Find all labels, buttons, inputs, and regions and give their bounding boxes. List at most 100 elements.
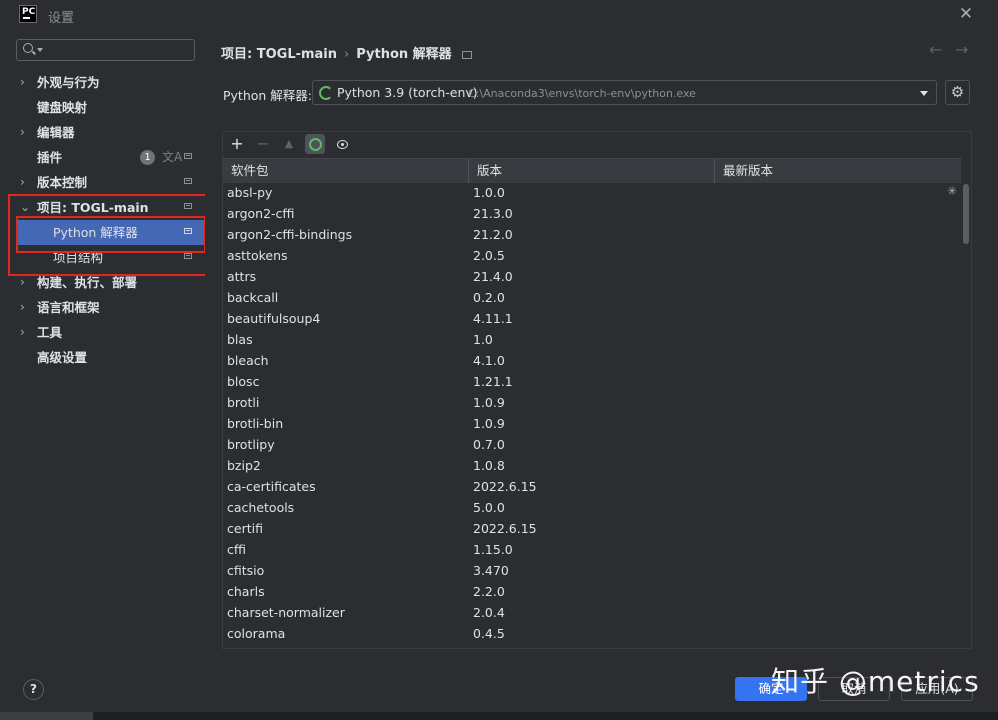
table-row[interactable]: bleach 4.1.0	[223, 350, 961, 371]
package-version-cell: 4.1.0	[473, 353, 505, 368]
help-button[interactable]: ?	[23, 679, 44, 700]
table-row[interactable]: certifi 2022.6.15	[223, 518, 961, 539]
refresh-button[interactable]	[305, 134, 325, 154]
package-version-cell: 2.2.0	[473, 584, 505, 599]
sidebar-item-editor[interactable]: › 编辑器	[0, 120, 205, 145]
chevron-down-icon	[920, 91, 928, 96]
package-version-cell: 21.4.0	[473, 269, 513, 284]
breadcrumb-project[interactable]: 项目: TOGL-main	[221, 47, 337, 62]
interpreter-select[interactable]: Python 3.9 (torch-env) C:\Anaconda3\envs…	[312, 80, 937, 105]
table-row[interactable]: colorama 0.4.5	[223, 623, 961, 644]
settings-content: 项目: TOGL-main › Python 解释器 ← → Python 解释器:…	[205, 30, 998, 664]
package-name-cell: bleach	[227, 353, 269, 368]
title-bar: PC 设置 ✕	[0, 0, 998, 30]
breadcrumb-separator: ›	[344, 47, 350, 62]
table-row[interactable]: charset-normalizer 2.0.4	[223, 602, 961, 623]
add-package-button[interactable]: +	[227, 134, 247, 154]
table-row[interactable]: beautifulsoup4 4.11.1	[223, 308, 961, 329]
packages-panel: + − ▲ 软件包 版本 最新版本 absl-py 1.0.0 argon2-cff…	[222, 131, 972, 649]
packages-scrollbar[interactable]	[961, 158, 971, 648]
remove-package-button[interactable]: −	[253, 134, 273, 154]
package-name-cell: asttokens	[227, 248, 288, 263]
sidebar-item-tools[interactable]: › 工具	[0, 320, 205, 345]
breadcrumb: 项目: TOGL-main › Python 解释器	[221, 43, 472, 62]
table-row[interactable]: cffi 1.15.0	[223, 539, 961, 560]
package-name-cell: absl-py	[227, 185, 273, 200]
package-name-cell: blas	[227, 332, 253, 347]
chevron-down-icon	[37, 48, 43, 52]
sidebar-item-keymap[interactable]: 键盘映射	[0, 95, 205, 120]
package-version-cell: 0.7.0	[473, 437, 505, 452]
sidebar-item-label: 高级设置	[37, 350, 88, 365]
package-version-cell: 2.0.4	[473, 605, 505, 620]
package-name-cell: colorama	[227, 626, 286, 641]
table-row[interactable]: brotli-bin 1.0.9	[223, 413, 961, 434]
project-settings-icon	[461, 50, 472, 59]
package-name-cell: argon2-cffi	[227, 206, 295, 221]
package-name-cell: cachetools	[227, 500, 295, 515]
table-row[interactable]: brotli 1.0.9	[223, 392, 961, 413]
settings-sidebar: › 外观与行为 键盘映射 › 编辑器 插件 1 文A › 版本控制 ⌄ 项目: …	[0, 30, 205, 664]
table-row[interactable]: blosc 1.21.1	[223, 371, 961, 392]
refresh-icon	[309, 138, 322, 151]
sidebar-item-label: 插件	[37, 150, 63, 165]
translate-icon: 文A	[162, 150, 183, 164]
table-row[interactable]: backcall 0.2.0	[223, 287, 961, 308]
gear-icon[interactable]: ⚙	[945, 80, 970, 105]
table-row[interactable]: charls 2.2.0	[223, 581, 961, 602]
table-row[interactable]: asttokens 2.0.5	[223, 245, 961, 266]
show-early-releases-button[interactable]	[331, 134, 351, 154]
sidebar-item-languages[interactable]: › 语言和框架	[0, 295, 205, 320]
sidebar-item-label: 编辑器	[37, 125, 75, 140]
packages-table-body: absl-py 1.0.0 argon2-cffi 21.3.0 argon2-cffi…	[223, 182, 961, 647]
table-row[interactable]: argon2-cffi-bindings 21.2.0	[223, 224, 961, 245]
package-version-cell: 3.470	[473, 563, 509, 578]
package-version-cell: 21.3.0	[473, 206, 513, 221]
package-name-cell: cfitsio	[227, 563, 265, 578]
column-header-package[interactable]: 软件包	[223, 159, 469, 183]
pycharm-logo-icon: PC	[19, 5, 37, 23]
back-arrow-icon[interactable]: ←	[929, 40, 942, 59]
table-row[interactable]: cfitsio 3.470	[223, 560, 961, 581]
interpreter-path: C:\Anaconda3\envs\torch-env\python.exe	[468, 87, 696, 100]
update-count-badge: 1	[140, 150, 155, 165]
bottom-strip	[0, 712, 998, 720]
package-name-cell: charset-normalizer	[227, 605, 345, 620]
close-icon[interactable]: ✕	[957, 5, 975, 23]
table-row[interactable]: argon2-cffi 21.3.0	[223, 203, 961, 224]
package-version-cell: 0.4.5	[473, 626, 505, 641]
scrollbar-thumb[interactable]	[963, 184, 969, 244]
upgrade-package-button[interactable]: ▲	[279, 134, 299, 154]
package-version-cell: 4.11.1	[473, 311, 513, 326]
table-row[interactable]: bzip2 1.0.8	[223, 455, 961, 476]
interpreter-label: Python 解释器:	[223, 88, 313, 103]
table-row[interactable]: brotlipy 0.7.0	[223, 434, 961, 455]
package-name-cell: charls	[227, 584, 265, 599]
sidebar-item-plugins[interactable]: 插件 1 文A	[0, 145, 205, 170]
search-icon	[23, 43, 33, 53]
watermark-text: 知乎 @metrics	[771, 665, 980, 698]
sidebar-item-appearance[interactable]: › 外观与行为	[0, 70, 205, 95]
loading-spinner-icon	[319, 86, 333, 100]
forward-arrow-icon[interactable]: →	[955, 40, 968, 59]
sidebar-item-advanced[interactable]: 高级设置	[0, 345, 205, 370]
package-name-cell: beautifulsoup4	[227, 311, 321, 326]
package-name-cell: argon2-cffi-bindings	[227, 227, 353, 242]
package-name-cell: backcall	[227, 290, 279, 305]
settings-search-input[interactable]	[16, 39, 195, 61]
loading-icon: ✳	[946, 184, 958, 198]
package-version-cell: 0.2.0	[473, 290, 505, 305]
sidebar-item-label: 工具	[37, 325, 63, 340]
package-version-cell: 1.0.9	[473, 395, 505, 410]
table-row[interactable]: ca-certificates 2022.6.15	[223, 476, 961, 497]
table-row[interactable]: cachetools 5.0.0	[223, 497, 961, 518]
package-name-cell: blosc	[227, 374, 260, 389]
table-row[interactable]: absl-py 1.0.0	[223, 182, 961, 203]
package-name-cell: cffi	[227, 542, 246, 557]
package-name-cell: ca-certificates	[227, 479, 316, 494]
column-header-version[interactable]: 版本	[469, 159, 715, 183]
table-row[interactable]: blas 1.0	[223, 329, 961, 350]
table-row[interactable]: attrs 21.4.0	[223, 266, 961, 287]
column-header-latest-version[interactable]: 最新版本	[715, 159, 961, 183]
sidebar-item-version-control[interactable]: › 版本控制	[0, 170, 205, 195]
